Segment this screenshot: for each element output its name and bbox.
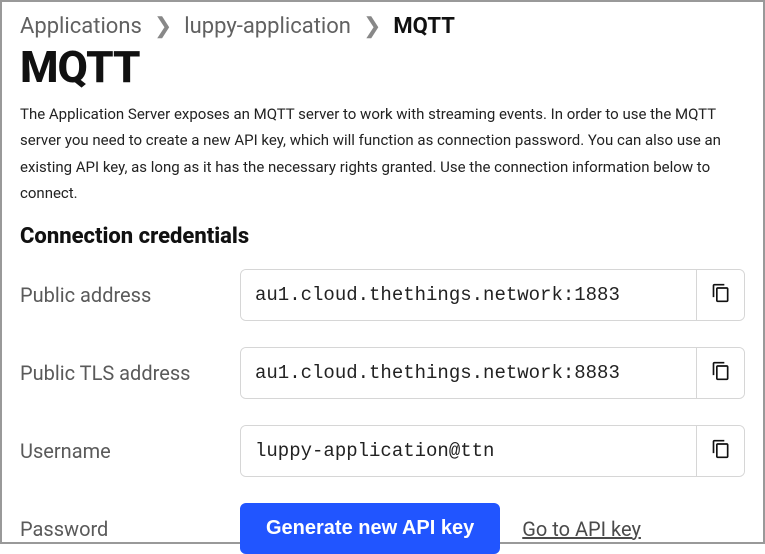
breadcrumb: Applications ❯ luppy-application ❯ MQTT <box>20 14 745 39</box>
public-address-field[interactable] <box>241 270 696 320</box>
public-tls-address-field[interactable] <box>241 348 696 398</box>
page-description: The Application Server exposes an MQTT s… <box>20 101 745 206</box>
generate-api-key-button[interactable]: Generate new API key <box>240 503 500 554</box>
breadcrumb-luppy-application[interactable]: luppy-application <box>184 14 351 39</box>
chevron-right-icon: ❯ <box>154 14 172 39</box>
go-to-api-key-link[interactable]: Go to API key <box>522 517 641 541</box>
username-field[interactable] <box>241 426 696 476</box>
public-tls-address-label: Public TLS address <box>20 361 240 385</box>
breadcrumb-applications[interactable]: Applications <box>20 14 142 39</box>
public-address-label: Public address <box>20 283 240 307</box>
copy-public-tls-address-button[interactable] <box>696 348 744 398</box>
copy-icon <box>711 438 731 464</box>
copy-public-address-button[interactable] <box>696 270 744 320</box>
chevron-right-icon: ❯ <box>363 14 381 39</box>
copy-icon <box>711 282 731 308</box>
connection-credentials-heading: Connection credentials <box>20 224 745 249</box>
copy-icon <box>711 360 731 386</box>
copy-username-button[interactable] <box>696 426 744 476</box>
breadcrumb-current: MQTT <box>393 14 454 39</box>
password-label: Password <box>20 517 240 541</box>
username-label: Username <box>20 439 240 463</box>
page-title: MQTT <box>20 41 745 93</box>
